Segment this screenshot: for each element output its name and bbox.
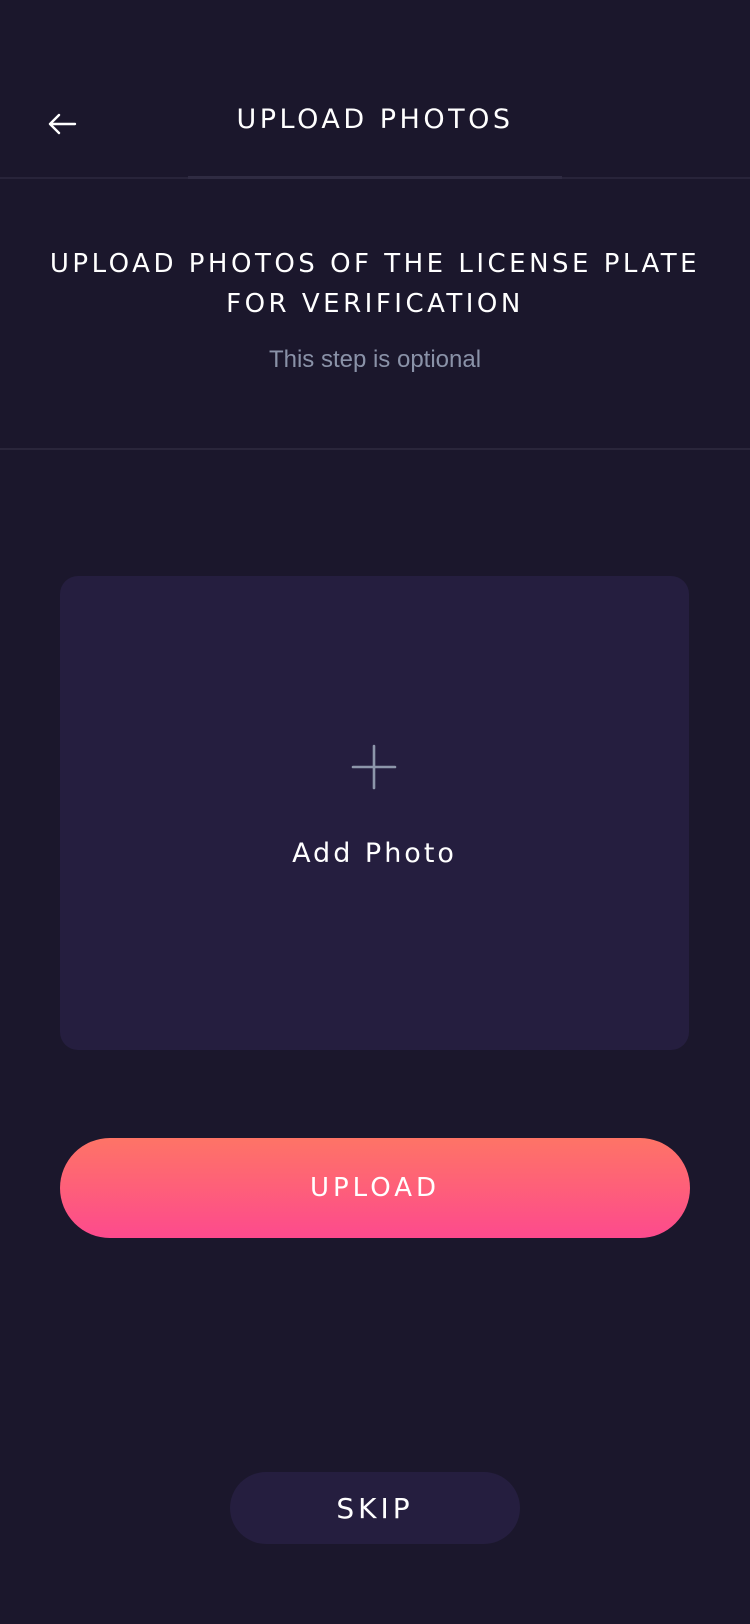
top-app-bar: UPLOAD PHOTOS [0,0,750,179]
add-photo-card[interactable]: Add Photo [60,576,689,1050]
plus-icon [351,744,397,790]
upload-button[interactable]: UPLOAD [60,1138,690,1238]
page-title: UPLOAD PHOTOS [236,104,514,135]
skip-button[interactable]: SKIP [230,1472,520,1544]
add-photo-label: Add Photo [292,838,457,869]
optional-step-note: This step is optional [268,346,482,373]
section-divider [0,448,750,450]
instructions-section: UPLOAD PHOTOS OF THE LICENSE PLATE FOR V… [0,244,750,374]
instructions-title: UPLOAD PHOTOS OF THE LICENSE PLATE FOR V… [49,249,701,319]
header-divider-accent [188,176,562,179]
